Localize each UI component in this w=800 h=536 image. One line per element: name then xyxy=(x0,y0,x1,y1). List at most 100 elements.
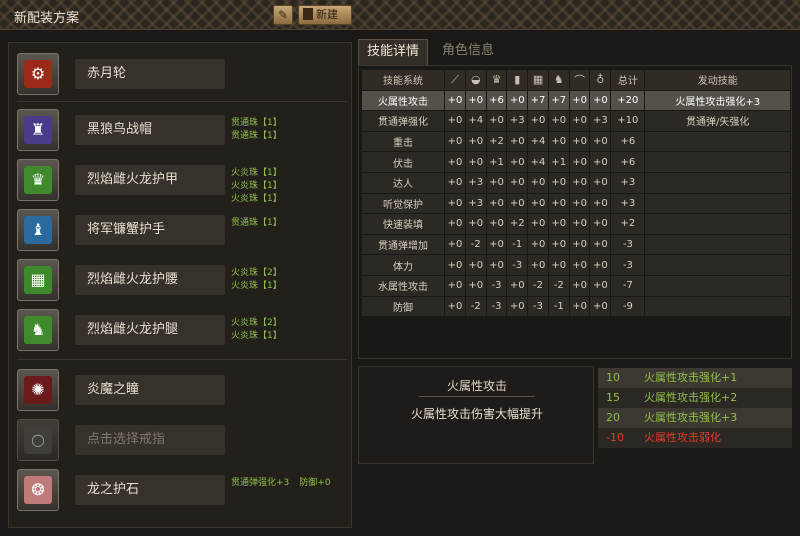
skill-points: +0 xyxy=(444,171,466,194)
skill-points: +0 xyxy=(485,254,508,276)
helmet-slot-icon: ♜ xyxy=(17,109,59,151)
active-skill xyxy=(644,130,791,153)
slot-name: 烈焰雌火龙护甲 xyxy=(75,165,225,195)
skill-points: +0 xyxy=(589,213,612,235)
slot-weapon[interactable]: ⚙ 赤月轮 xyxy=(17,53,347,97)
skill-total: +10 xyxy=(610,110,646,132)
slot-name: 龙之护石 xyxy=(75,475,225,505)
header-legs-icon: ♞ xyxy=(547,69,570,91)
skill-panel: 技能系统 ⟋ ◒ ♛ ▮ ▦ ♞ ⌒ ♁ 总计 发动技能 火属性攻击 +0 +0 +6… xyxy=(358,65,792,359)
skill-points: +4 xyxy=(464,110,487,132)
skill-points: -1 xyxy=(547,295,570,318)
threshold-row: 15 火属性攻击强化+2 xyxy=(598,388,792,408)
bowgun-icon: ⚙ xyxy=(24,60,52,88)
skill-points: +0 xyxy=(444,254,466,276)
skill-name: 防御 xyxy=(360,295,446,318)
skill-points: +4 xyxy=(527,151,549,173)
skill-points: +0 xyxy=(589,233,612,256)
skill-name: 达人 xyxy=(360,171,446,194)
skill-points: +0 xyxy=(568,233,591,256)
skill-row[interactable]: 贯通弹增加 +0 -2 +0 -1 +0 +0 +0 +0 -3 xyxy=(360,233,791,256)
skill-points: +0 xyxy=(589,130,612,153)
slot-name-placeholder: 点击选择戒指 xyxy=(75,425,225,455)
skill-row[interactable]: 水属性攻击 +0 +0 -3 +0 -2 -2 +0 +0 -7 xyxy=(360,274,791,297)
skill-points: +4 xyxy=(527,130,549,153)
skill-points: +0 xyxy=(527,171,549,194)
arm-icon: ♝ xyxy=(24,216,52,244)
skill-points: -2 xyxy=(464,295,487,318)
skill-points: +3 xyxy=(589,110,612,132)
equipment-panel: ⚙ 赤月轮 ♜ 黑狼鸟战帽 贯通珠【1】贯通珠【1】 ♛ 烈焰雌火龙护甲 火炎珠… xyxy=(8,42,352,528)
slot-chest[interactable]: ♛ 烈焰雌火龙护甲 火炎珠【1】火炎珠【1】火炎珠【1】 xyxy=(17,159,347,204)
skill-table: 技能系统 ⟋ ◒ ♛ ▮ ▦ ♞ ⌒ ♁ 总计 发动技能 火属性攻击 +0 +0 +6… xyxy=(360,69,791,318)
charm-slot-icon: ❂ xyxy=(17,469,59,511)
skill-points: +1 xyxy=(485,151,508,173)
weapon-slot-icon: ⚙ xyxy=(17,53,59,95)
skill-row[interactable]: 伏击 +0 +0 +1 +0 +4 +1 +0 +0 +6 xyxy=(360,151,791,173)
slot-ring-2[interactable]: ○ 点击选择戒指 xyxy=(17,419,347,463)
slot-charm[interactable]: ❂ 龙之护石 贯通弹强化+3 防御+0 xyxy=(17,469,347,513)
header-ring-icon: ⌒ xyxy=(568,69,591,91)
description-text: 火属性攻击伤害大幅提升 xyxy=(410,407,543,421)
skill-points: +0 xyxy=(547,254,570,276)
helmet-icon: ♜ xyxy=(24,116,52,144)
skill-points: +3 xyxy=(464,192,487,215)
threshold-row: 10 火属性攻击强化+1 xyxy=(598,368,792,388)
skill-points: -1 xyxy=(506,233,529,256)
slot-helmet[interactable]: ♜ 黑狼鸟战帽 贯通珠【1】贯通珠【1】 xyxy=(17,109,347,153)
active-skill xyxy=(644,213,791,235)
skill-row[interactable]: 贯通弹强化 +0 +4 +0 +3 +0 +0 +0 +3 +10 贯通弹/矢强化 xyxy=(360,110,791,132)
skill-points: +0 xyxy=(485,213,508,235)
skill-row[interactable]: 防御 +0 -2 -3 +0 -3 -1 +0 +0 -9 xyxy=(360,295,791,318)
slot-legs[interactable]: ♞ 烈焰雌火龙护腿 火炎珠【2】火炎珠【1】 xyxy=(17,309,347,353)
active-skill xyxy=(644,192,791,215)
skill-points: +0 xyxy=(506,295,529,318)
skill-name: 体力 xyxy=(360,254,446,276)
skill-points: +0 xyxy=(464,130,487,153)
pencil-icon: ✎ xyxy=(277,8,289,22)
slot-ring-1[interactable]: ✺ 炎魔之瞳 xyxy=(17,369,347,413)
skill-points: +0 xyxy=(506,171,529,194)
header-skill-system: 技能系统 xyxy=(360,69,446,91)
skill-row[interactable]: 快速装填 +0 +0 +0 +2 +0 +0 +0 +0 +2 xyxy=(360,213,791,235)
slot-arms[interactable]: ♝ 将军镰蟹护手 贯通珠【1】 xyxy=(17,209,347,253)
skill-row[interactable]: 重击 +0 +0 +2 +0 +4 +0 +0 +0 +6 xyxy=(360,130,791,153)
edit-button[interactable]: ✎ xyxy=(273,5,293,25)
skill-points: -3 xyxy=(527,295,549,318)
skill-points: +0 xyxy=(589,254,612,276)
slot-gems: 贯通珠【1】 xyxy=(231,218,282,228)
skill-name: 重击 xyxy=(360,130,446,153)
threshold-label: 火属性攻击强化+2 xyxy=(644,391,738,404)
skill-points: +0 xyxy=(506,130,529,153)
active-skill xyxy=(644,151,791,173)
skill-points: +0 xyxy=(568,192,591,215)
skill-row[interactable]: 火属性攻击 +0 +0 +6 +0 +7 +7 +0 +0 +20 火属性攻击强化+3 xyxy=(360,89,791,112)
skill-points: +0 xyxy=(568,213,591,235)
skill-points: +0 xyxy=(527,192,549,215)
skill-points: +0 xyxy=(506,89,529,112)
skill-points: +0 xyxy=(568,171,591,194)
new-button[interactable]: 新建 xyxy=(298,5,352,25)
skill-total: +20 xyxy=(610,89,646,112)
skill-table-header: 技能系统 ⟋ ◒ ♛ ▮ ▦ ♞ ⌒ ♁ 总计 发动技能 xyxy=(360,69,791,91)
empty-ring-icon: ○ xyxy=(24,426,52,454)
skill-name: 快速装填 xyxy=(360,213,446,235)
skill-points: -3 xyxy=(485,274,508,297)
skill-total: +3 xyxy=(610,171,646,194)
skill-row[interactable]: 达人 +0 +3 +0 +0 +0 +0 +0 +0 +3 xyxy=(360,171,791,194)
skill-points: +0 xyxy=(527,110,549,132)
threshold-label: 火属性攻击弱化 xyxy=(644,431,721,444)
tab-skill-details[interactable]: 技能详情 xyxy=(358,39,428,65)
skill-points: +0 xyxy=(547,192,570,215)
slot-name: 赤月轮 xyxy=(75,59,225,89)
skill-points: -2 xyxy=(464,233,487,256)
window-title: 新配装方案 xyxy=(14,11,80,26)
tab-character-info[interactable]: 角色信息 xyxy=(434,39,504,65)
skill-points: +0 xyxy=(444,130,466,153)
skill-row[interactable]: 体力 +0 +0 +0 -3 +0 +0 +0 +0 -3 xyxy=(360,254,791,276)
waist-icon: ▦ xyxy=(24,266,52,294)
active-skill: 贯通弹/矢强化 xyxy=(644,110,791,132)
skill-row[interactable]: 听觉保护 +0 +3 +0 +0 +0 +0 +0 +0 +3 xyxy=(360,192,791,215)
slot-waist[interactable]: ▦ 烈焰雌火龙护腰 火炎珠【2】火炎珠【1】 xyxy=(17,259,347,303)
charm-icon: ❂ xyxy=(24,476,52,504)
